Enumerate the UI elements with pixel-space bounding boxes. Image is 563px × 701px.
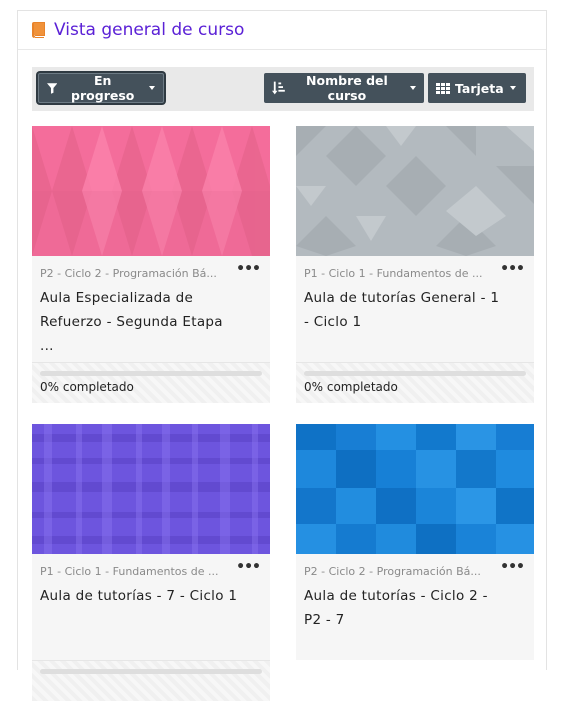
progress-bar xyxy=(40,371,262,376)
book-icon xyxy=(31,22,46,38)
filter-dropdown-button[interactable]: En progreso xyxy=(38,73,164,103)
sort-label: Nombre del curso xyxy=(306,73,388,103)
more-options-icon[interactable]: ••• xyxy=(236,559,261,575)
course-name-link[interactable]: Aula Especializada de Refuerzo - Segunda… xyxy=(40,286,240,358)
course-progress: 0% completado xyxy=(32,362,270,403)
view-dropdown-button[interactable]: Tarjeta xyxy=(428,73,526,103)
chevron-down-icon xyxy=(410,86,416,90)
course-card[interactable]: P2 - Ciclo 2 - Programación Bá... ••• Au… xyxy=(296,424,534,660)
course-category: P2 - Ciclo 2 - Programación Bá... xyxy=(304,565,481,578)
more-options-icon[interactable]: ••• xyxy=(500,261,525,277)
course-card[interactable]: P1 - Ciclo 1 - Fundamentos de ... ••• Au… xyxy=(296,126,534,403)
panel-header: Vista general de curso xyxy=(18,11,546,50)
course-category: P1 - Ciclo 1 - Fundamentos de ... xyxy=(40,565,219,578)
page-title: Vista general de curso xyxy=(54,20,245,40)
course-category: P2 - Ciclo 2 - Programación Bá... xyxy=(40,267,217,280)
course-card[interactable]: P2 - Ciclo 2 - Programación Bá... ••• Au… xyxy=(32,126,270,403)
chevron-down-icon xyxy=(149,86,155,90)
course-category: P1 - Ciclo 1 - Fundamentos de ... xyxy=(304,267,483,280)
course-name-link[interactable]: Aula de tutorías General - 1 - Ciclo 1 xyxy=(304,286,504,334)
course-image[interactable] xyxy=(296,424,534,554)
course-card-body: P2 - Ciclo 2 - Programación Bá... ••• Au… xyxy=(296,554,534,660)
course-image[interactable] xyxy=(32,424,270,554)
grid-icon xyxy=(436,82,450,94)
course-card[interactable]: P1 - Ciclo 1 - Fundamentos de ... ••• Au… xyxy=(32,424,270,701)
sort-icon xyxy=(272,81,285,95)
progress-bar xyxy=(304,371,526,376)
view-label: Tarjeta xyxy=(455,80,504,96)
filter-label: En progreso xyxy=(71,73,135,103)
course-progress: 0% completado xyxy=(296,362,534,403)
course-name-link[interactable]: Aula de tutorías - Ciclo 2 - P2 - 7 xyxy=(304,584,504,632)
course-name-link[interactable]: Aula de tutorías - 7 - Ciclo 1 xyxy=(40,584,240,608)
toolbar: En progreso Nombre del curso Tarjeta xyxy=(32,67,534,111)
sort-dropdown-button[interactable]: Nombre del curso xyxy=(264,73,424,103)
course-image[interactable] xyxy=(32,126,270,256)
course-card-body: P2 - Ciclo 2 - Programación Bá... ••• Au… xyxy=(32,256,270,362)
progress-bar xyxy=(40,669,262,674)
course-image[interactable] xyxy=(296,126,534,256)
course-progress xyxy=(32,660,270,701)
course-card-body: P1 - Ciclo 1 - Fundamentos de ... ••• Au… xyxy=(32,554,270,660)
more-options-icon[interactable]: ••• xyxy=(236,261,261,277)
filter-icon xyxy=(47,82,58,94)
chevron-down-icon xyxy=(509,86,516,90)
course-card-body: P1 - Ciclo 1 - Fundamentos de ... ••• Au… xyxy=(296,256,534,362)
progress-label: 0% completado xyxy=(40,380,134,394)
more-options-icon[interactable]: ••• xyxy=(500,559,525,575)
progress-label: 0% completado xyxy=(304,380,398,394)
